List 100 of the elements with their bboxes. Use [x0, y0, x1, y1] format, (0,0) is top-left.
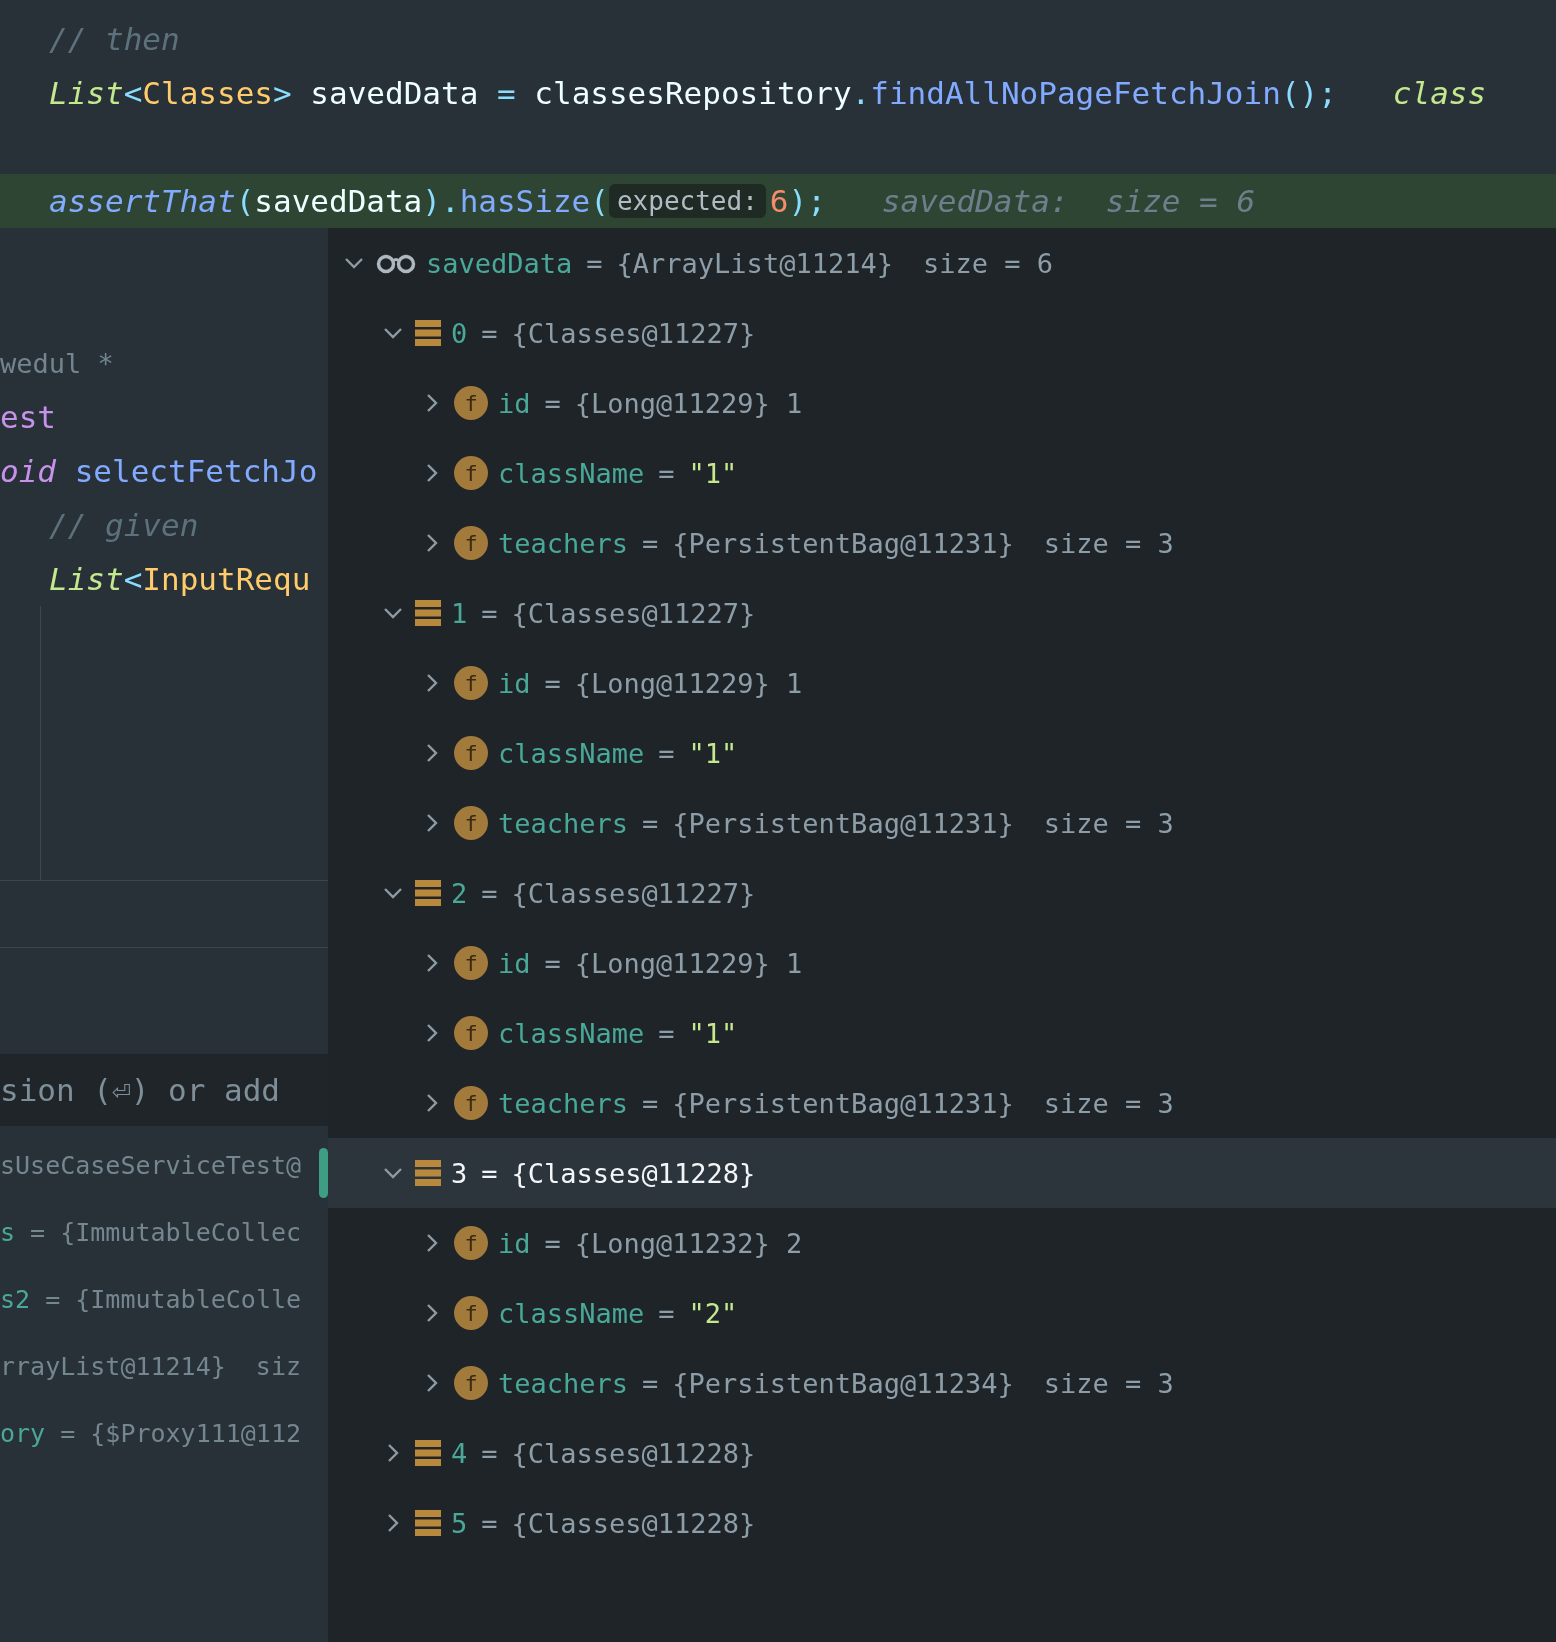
- field-icon: f: [454, 806, 488, 840]
- variable-value: {Classes@11227}: [511, 317, 756, 349]
- variable-name: id: [498, 947, 531, 979]
- code-token: hasSize: [459, 183, 591, 219]
- field-icon: f: [454, 1016, 488, 1050]
- variable-value: {Classes@11227}: [511, 877, 756, 909]
- variable-value: "1": [688, 737, 738, 769]
- code-token: <: [123, 561, 143, 597]
- variable-name: teachers: [498, 527, 629, 559]
- code-token: (: [590, 183, 609, 219]
- variable-value: {Classes@11228}: [511, 1507, 756, 1539]
- equals-sign: =: [481, 317, 498, 349]
- parameter-hint: expected:: [608, 184, 766, 218]
- equals-sign: =: [481, 1507, 498, 1539]
- code-token: // then: [49, 21, 180, 57]
- code-token: assertThat: [49, 183, 236, 219]
- variable-name: teachers: [498, 1087, 629, 1119]
- equals-sign: =: [481, 1437, 498, 1469]
- variable-name: className: [498, 1017, 645, 1049]
- variable-name: 1: [451, 597, 468, 629]
- code-token: List: [49, 75, 124, 111]
- stack-icon: [415, 1440, 441, 1466]
- code-token: classesRepository: [533, 75, 852, 111]
- variable-name: 3: [451, 1157, 468, 1189]
- variable-value: "2": [688, 1297, 738, 1329]
- variable-name: id: [498, 387, 531, 419]
- field-icon: f: [454, 386, 488, 420]
- variable-value: {PersistentBag@11231}: [672, 527, 1014, 559]
- variable-value: {Long@11229} 1: [574, 387, 803, 419]
- variable-name: 4: [451, 1437, 468, 1469]
- variable-value: sUseCaseServiceTest@: [0, 1151, 302, 1180]
- variable-value: {Classes@11228}: [511, 1437, 756, 1469]
- equals-sign: =: [658, 1017, 675, 1049]
- stack-icon: [415, 1510, 441, 1536]
- variable-value: rrayList@11214} siz: [0, 1352, 302, 1381]
- variable-value: {PersistentBag@11234}: [672, 1367, 1014, 1399]
- scrollbar-thumb[interactable]: [319, 1148, 328, 1198]
- variable-name: s2: [0, 1285, 31, 1314]
- variable-value: "1": [688, 457, 738, 489]
- variable-value: {PersistentBag@11231}: [672, 1087, 1014, 1119]
- stack-icon: [415, 600, 441, 626]
- equals-sign: =: [642, 1087, 659, 1119]
- stack-icon: [415, 880, 441, 906]
- code-token: <: [123, 75, 143, 111]
- variable-name: teachers: [498, 1367, 629, 1399]
- equals-sign: =: [544, 947, 561, 979]
- code-token: savedData: [254, 183, 423, 219]
- variable-value: {Long@11229} 1: [574, 947, 803, 979]
- code-token: findAllNoPageFetchJoin: [870, 75, 1281, 111]
- field-icon: f: [454, 1366, 488, 1400]
- variable-name: className: [498, 1297, 645, 1329]
- size-label: size = 3: [1043, 527, 1174, 559]
- size-label: size = 3: [1043, 807, 1174, 839]
- code-token: selectFetchJo: [73, 453, 318, 489]
- code-token: .: [851, 75, 871, 111]
- equals-sign: =: [658, 737, 675, 769]
- code-token: est: [0, 399, 56, 435]
- equals-sign: =: [658, 457, 675, 489]
- code-token: savedData: [309, 75, 480, 111]
- variable-name: 5: [451, 1507, 468, 1539]
- variable-value: {Long@11229} 1: [574, 667, 803, 699]
- variable-value: {PersistentBag@11231}: [672, 807, 1014, 839]
- variable-value: = {$Proxy111@112: [59, 1419, 302, 1448]
- variable-value: = {ImmutableCollec: [29, 1218, 302, 1247]
- code-token: class: [1391, 75, 1487, 111]
- code-token: // given: [49, 507, 199, 543]
- variable-name: 2: [451, 877, 468, 909]
- stack-icon: [415, 1160, 441, 1186]
- equals-sign: =: [481, 877, 498, 909]
- variable-name: id: [498, 1227, 531, 1259]
- equals-sign: =: [658, 1297, 675, 1329]
- variable-name: className: [498, 457, 645, 489]
- variable-name: teachers: [498, 807, 629, 839]
- variable-value: {Classes@11228}: [511, 1157, 756, 1189]
- equals-sign: =: [481, 1157, 498, 1189]
- code-token: ).: [422, 183, 460, 219]
- variable-value: {Long@11232} 2: [574, 1227, 803, 1259]
- evaluate-field[interactable]: sion (⏎) or add: [0, 1054, 328, 1126]
- variable-name: ory: [0, 1419, 46, 1448]
- field-icon: f: [454, 946, 488, 980]
- code-token: ();: [1280, 75, 1337, 111]
- variable-name: savedData: [426, 247, 573, 279]
- variable-name: className: [498, 737, 645, 769]
- size-label: size = 6: [922, 247, 1053, 279]
- stack-icon: [415, 320, 441, 346]
- field-icon: f: [454, 526, 488, 560]
- equals-sign: =: [544, 387, 561, 419]
- code-token: (: [235, 183, 255, 219]
- size-label: size = 3: [1043, 1367, 1174, 1399]
- size-label: size = 3: [1043, 1087, 1174, 1119]
- equals-sign: =: [642, 1367, 659, 1399]
- equals-sign: =: [642, 807, 659, 839]
- code-token: );: [788, 183, 826, 219]
- equals-sign: =: [481, 597, 498, 629]
- code-token: 6: [769, 183, 789, 219]
- variable-value: {Classes@11227}: [511, 597, 756, 629]
- code-token: >: [273, 75, 292, 111]
- variable-value: {ArrayList@11214}: [616, 247, 893, 279]
- equals-sign: =: [642, 527, 659, 559]
- field-icon: f: [454, 736, 488, 770]
